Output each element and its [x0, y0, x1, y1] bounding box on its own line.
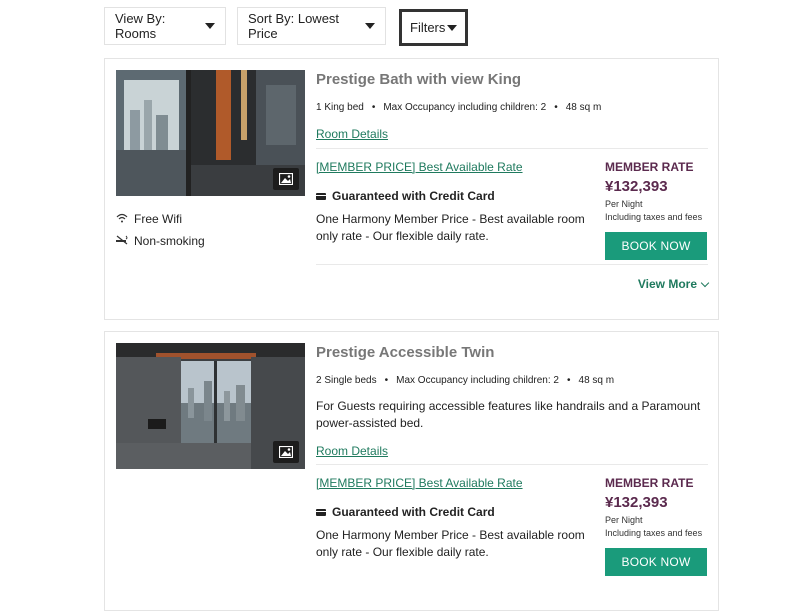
no-smoking-icon — [116, 235, 128, 248]
gallery-icon[interactable] — [273, 441, 299, 463]
book-now-button[interactable]: BOOK NOW — [605, 232, 707, 260]
separator-dot: • — [554, 102, 558, 113]
price-box: MEMBER RATE ¥132,393 Per Night Including… — [605, 160, 708, 260]
beds-info: 1 King bed — [316, 102, 364, 113]
room-description: For Guests requiring accessible features… — [316, 399, 701, 430]
per-night-label: Per Night — [605, 199, 643, 209]
wifi-icon — [116, 213, 128, 226]
sort-by-label: Sort By: Lowest Price — [248, 11, 340, 41]
rate-name-link[interactable]: [MEMBER PRICE] Best Available Rate — [316, 476, 523, 490]
room-details-link[interactable]: Room Details — [316, 444, 388, 458]
rate-row: [MEMBER PRICE] Best Available Rate Guara… — [316, 465, 708, 593]
filters-dropdown[interactable]: Filters — [399, 9, 468, 46]
room-info: Prestige Accessible Twin 2 Single beds •… — [316, 343, 708, 593]
separator-dot: • — [567, 375, 571, 386]
room-details-link[interactable]: Room Details — [316, 127, 388, 141]
guarantee-label: Guaranteed with Credit Card — [332, 189, 495, 203]
sort-by-dropdown[interactable]: Sort By: Lowest Price — [237, 7, 386, 45]
caret-down-icon — [205, 23, 215, 29]
room-meta: 2 Single beds • Max Occupancy including … — [316, 375, 708, 386]
credit-card-icon — [316, 192, 326, 200]
occupancy-info: Max Occupancy including children: 2 — [396, 375, 559, 386]
room-photo[interactable] — [116, 343, 305, 469]
amenity-non-smoking: Non-smoking — [116, 230, 205, 252]
beds-info: 2 Single beds — [316, 375, 377, 386]
size-info: 48 sq m — [578, 375, 615, 386]
amenity-wifi: Free Wifi — [116, 208, 205, 230]
price: ¥132,393 — [605, 494, 668, 511]
room-photo[interactable] — [116, 70, 305, 196]
filters-label: Filters — [410, 20, 446, 35]
occupancy-info: Max Occupancy including children: 2 — [383, 102, 547, 113]
book-now-button[interactable]: BOOK NOW — [605, 548, 707, 576]
amenity-label: Free Wifi — [134, 212, 182, 226]
price: ¥132,393 — [605, 178, 668, 195]
rate-description: One Harmony Member Price - Best availabl… — [316, 212, 585, 243]
amenities-list: Free Wifi Non-smoking — [116, 208, 205, 252]
separator-dot: • — [371, 102, 376, 113]
room-card: Prestige Accessible Twin 2 Single beds •… — [104, 331, 719, 611]
per-night-label: Per Night — [605, 515, 643, 525]
view-more-label: View More — [637, 277, 697, 291]
chevron-down-icon — [700, 278, 710, 287]
price-box: MEMBER RATE ¥132,393 Per Night Including… — [605, 476, 708, 576]
room-title: Prestige Bath with view King — [316, 71, 522, 88]
rate-name-link[interactable]: [MEMBER PRICE] Best Available Rate — [316, 160, 523, 174]
size-info: 48 sq m — [565, 102, 602, 113]
rate-description: One Harmony Member Price - Best availabl… — [316, 528, 585, 559]
room-meta: 1 King bed • Max Occupancy including chi… — [316, 102, 708, 113]
view-by-dropdown[interactable]: View By: Rooms — [104, 7, 226, 45]
rate-row: [MEMBER PRICE] Best Available Rate Guara… — [316, 149, 708, 277]
room-info: Prestige Bath with view King 1 King bed … — [316, 70, 710, 301]
caret-down-icon — [365, 23, 375, 29]
guarantee-info: Guaranteed with Credit Card — [316, 505, 495, 519]
guarantee-label: Guaranteed with Credit Card — [332, 505, 495, 519]
view-by-label: View By: Rooms — [115, 11, 166, 41]
caret-down-icon — [447, 24, 457, 31]
room-title: Prestige Accessible Twin — [316, 344, 495, 361]
room-card: Free Wifi Non-smoking Prestige Bath with… — [104, 58, 719, 320]
view-more-link[interactable]: View More — [637, 277, 710, 291]
credit-card-icon — [316, 508, 326, 516]
tax-note: Including taxes and fees — [605, 528, 703, 538]
separator-dot: • — [384, 375, 389, 386]
member-rate-label: MEMBER RATE — [605, 160, 694, 174]
member-rate-label: MEMBER RATE — [605, 476, 694, 490]
gallery-icon[interactable] — [273, 168, 299, 190]
guarantee-info: Guaranteed with Credit Card — [316, 189, 495, 203]
amenity-label: Non-smoking — [134, 234, 205, 248]
tax-note: Including taxes and fees — [605, 212, 703, 222]
